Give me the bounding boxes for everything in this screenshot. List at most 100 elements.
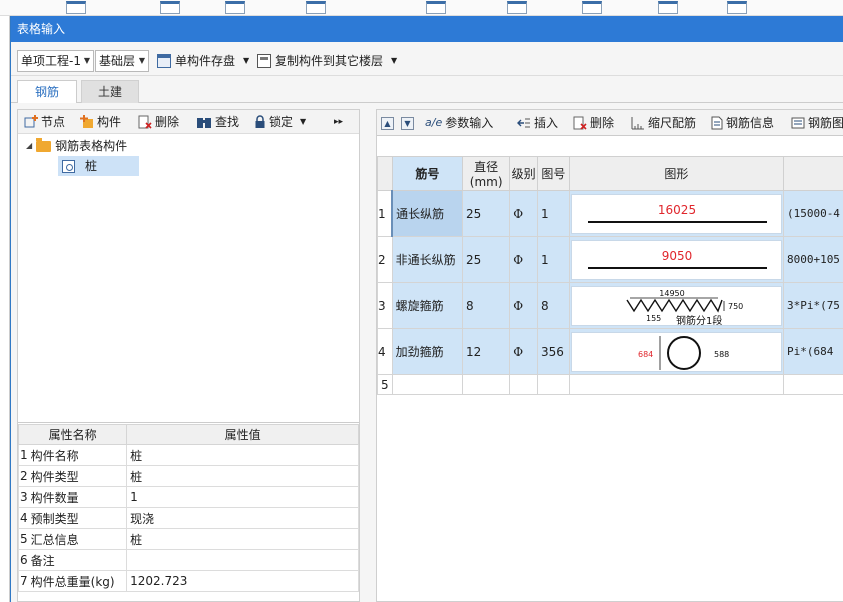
diameter-cell[interactable]: 12 xyxy=(462,328,511,375)
diameter-cell[interactable]: 25 xyxy=(462,236,511,283)
add-component-button[interactable]: 构件 xyxy=(80,113,121,131)
background-toolbar-icon xyxy=(66,1,86,14)
prop-value[interactable]: 1 xyxy=(126,486,359,508)
prop-value[interactable]: 桩 xyxy=(126,444,359,466)
shape-cell[interactable] xyxy=(568,374,784,395)
property-table: 属性名称 属性值 1 构件名称桩 2 构件类型桩 3 构件数量 1 4 预制类型 现浇 5汇… xyxy=(17,424,359,592)
row-number: 7 xyxy=(17,570,28,592)
row-number: 6 xyxy=(17,549,28,571)
tree-root-node[interactable]: ◢ 钢筋表格构件 xyxy=(26,136,127,156)
figure-no-cell[interactable]: 8 xyxy=(537,282,570,329)
table-row[interactable]: 4 加劲箍筋 12 Φ 356 684 588 Pi*(684 xyxy=(377,328,843,375)
table-row[interactable]: 5 xyxy=(377,374,843,395)
delete-component-button[interactable]: 删除 xyxy=(138,113,179,131)
shape-cell[interactable]: 16025 xyxy=(568,190,784,237)
bar-name-cell[interactable] xyxy=(391,374,464,395)
rebar-library-button[interactable]: 钢筋图库 xyxy=(791,114,843,132)
table-row[interactable]: 4 预制类型 现浇 xyxy=(17,507,359,529)
chevron-down-icon: ▼ xyxy=(391,56,398,65)
diameter-cell[interactable]: 8 xyxy=(462,282,511,329)
arrow-up-icon: ▲ xyxy=(381,116,394,130)
bar-name-cell[interactable]: 螺旋箍筋 xyxy=(391,282,464,329)
shape-cell[interactable]: 14950 750 155 钢筋分1段 xyxy=(568,282,784,329)
chevron-down-icon: ▼ xyxy=(300,117,307,126)
tree-root-label: 钢筋表格构件 xyxy=(55,139,128,153)
delete-icon xyxy=(138,115,152,129)
row-number: 2 xyxy=(377,236,393,283)
bar-name-cell[interactable]: 通长纵筋 xyxy=(391,190,464,237)
prop-header-name: 属性名称 xyxy=(17,424,128,445)
bar-name-cell[interactable]: 加劲箍筋 xyxy=(391,328,464,375)
table-row[interactable]: 3 螺旋箍筋 8 Φ 8 14950 750 155 钢筋分1段 3*Pi*(7… xyxy=(377,282,843,329)
insert-row-button[interactable]: 插入 xyxy=(517,114,558,132)
formula-cell[interactable]: 8000+105 xyxy=(782,236,843,283)
delete-row-button[interactable]: 删除 xyxy=(573,114,614,132)
formula-cell[interactable] xyxy=(782,374,843,395)
figure-no-cell[interactable]: 1 xyxy=(537,236,570,283)
grade-cell[interactable]: Φ xyxy=(509,282,539,329)
find-button[interactable]: 查找 xyxy=(196,113,239,131)
shape-cell[interactable]: 684 588 xyxy=(568,328,784,375)
grade-cell[interactable]: Φ xyxy=(509,190,539,237)
table-row[interactable]: 7 构件总重量(kg) 1202.723 xyxy=(17,570,359,592)
background-toolbar-icon xyxy=(727,1,747,14)
row-number: 1 xyxy=(377,190,393,237)
tab-civil[interactable]: 土建 xyxy=(81,80,139,103)
prop-value[interactable] xyxy=(126,549,359,571)
rebar-grid-pane: ▲ ▼ a/e 参数输入 插入 删除 缩尺配筋 钢筋信息 钢筋图 筋号 直径(m… xyxy=(376,109,843,602)
table-row[interactable]: 2 非通长纵筋 25 Φ 1 9050 8000+105 xyxy=(377,236,843,283)
figure-no-cell[interactable]: 1 xyxy=(537,190,570,237)
table-row[interactable]: 1 通长纵筋 25 Φ 1 16025 (15000-4 xyxy=(377,190,843,237)
project-select[interactable]: 单项工程-1 ▼ xyxy=(17,50,94,72)
diameter-cell[interactable] xyxy=(462,374,511,395)
tab-rebar[interactable]: 钢筋 xyxy=(17,80,77,103)
figure-no-cell[interactable]: 356 xyxy=(537,328,570,375)
move-down-button[interactable]: ▼ xyxy=(401,114,414,132)
prop-value[interactable]: 1202.723 xyxy=(126,570,359,592)
lock-button[interactable]: 锁定 ▼ xyxy=(254,113,306,131)
grade-cell[interactable]: Φ xyxy=(509,328,539,375)
table-row[interactable]: 6 备注 xyxy=(17,549,359,571)
straight-bar-svg: 16025 xyxy=(587,203,767,223)
toolbar-overflow-button[interactable]: ▸▸ xyxy=(334,113,343,131)
library-icon xyxy=(791,117,805,129)
formula-cell[interactable]: Pi*(684 xyxy=(782,328,843,375)
copy-to-floor-button[interactable]: 复制构件到其它楼层 ▼ xyxy=(257,50,397,72)
grade-cell[interactable]: Φ xyxy=(509,236,539,283)
figure-no-cell[interactable] xyxy=(537,374,570,395)
table-row[interactable]: 3 构件数量 1 xyxy=(17,486,359,508)
prop-name: 预制类型 xyxy=(27,507,128,529)
delete-component-label: 删除 xyxy=(155,115,180,129)
table-row[interactable]: 5 汇总信息桩 xyxy=(17,528,359,550)
rebar-info-button[interactable]: 钢筋信息 xyxy=(711,114,774,132)
table-row[interactable]: 2 构件类型桩 xyxy=(17,465,359,487)
scaled-rebar-button[interactable]: 缩尺配筋 xyxy=(631,114,696,132)
parameter-input-button[interactable]: a/e 参数输入 xyxy=(425,114,493,132)
prop-value[interactable]: 桩 xyxy=(126,465,359,487)
prop-value[interactable]: 桩 xyxy=(126,528,359,550)
add-component-label: 构件 xyxy=(97,115,122,129)
formula-cell[interactable]: (15000-4 xyxy=(782,190,843,237)
spiral-length-label: 14950 xyxy=(659,289,684,298)
bar-name-cell[interactable]: 非通长纵筋 xyxy=(391,236,464,283)
insert-row-label: 插入 xyxy=(534,116,559,130)
add-node-button[interactable]: 节点 xyxy=(24,113,65,131)
tree-child-node[interactable]: 桩 xyxy=(58,156,139,176)
diameter-cell[interactable]: 25 xyxy=(462,190,511,237)
save-component-button[interactable]: 单构件存盘 ▼ xyxy=(157,50,249,72)
move-up-button[interactable]: ▲ xyxy=(381,114,394,132)
grid-header-figure-no: 图号 xyxy=(537,156,570,191)
row-number: 1 xyxy=(17,444,28,466)
floor-select[interactable]: 基础层 ▼ xyxy=(95,50,149,72)
prop-value[interactable]: 现浇 xyxy=(126,507,359,529)
formula-cell[interactable]: 3*Pi*(75 xyxy=(782,282,843,329)
table-row[interactable]: 1 构件名称桩 xyxy=(17,444,359,466)
grid-header-bar-no: 筋号 xyxy=(391,156,464,191)
document-icon xyxy=(711,116,723,130)
save-icon xyxy=(157,54,171,68)
collapse-arrow-icon[interactable]: ◢ xyxy=(26,136,32,156)
row-number: 5 xyxy=(377,374,393,395)
ring-right-label: 588 xyxy=(714,350,729,359)
grade-cell[interactable] xyxy=(509,374,539,395)
shape-cell[interactable]: 9050 xyxy=(568,236,784,283)
